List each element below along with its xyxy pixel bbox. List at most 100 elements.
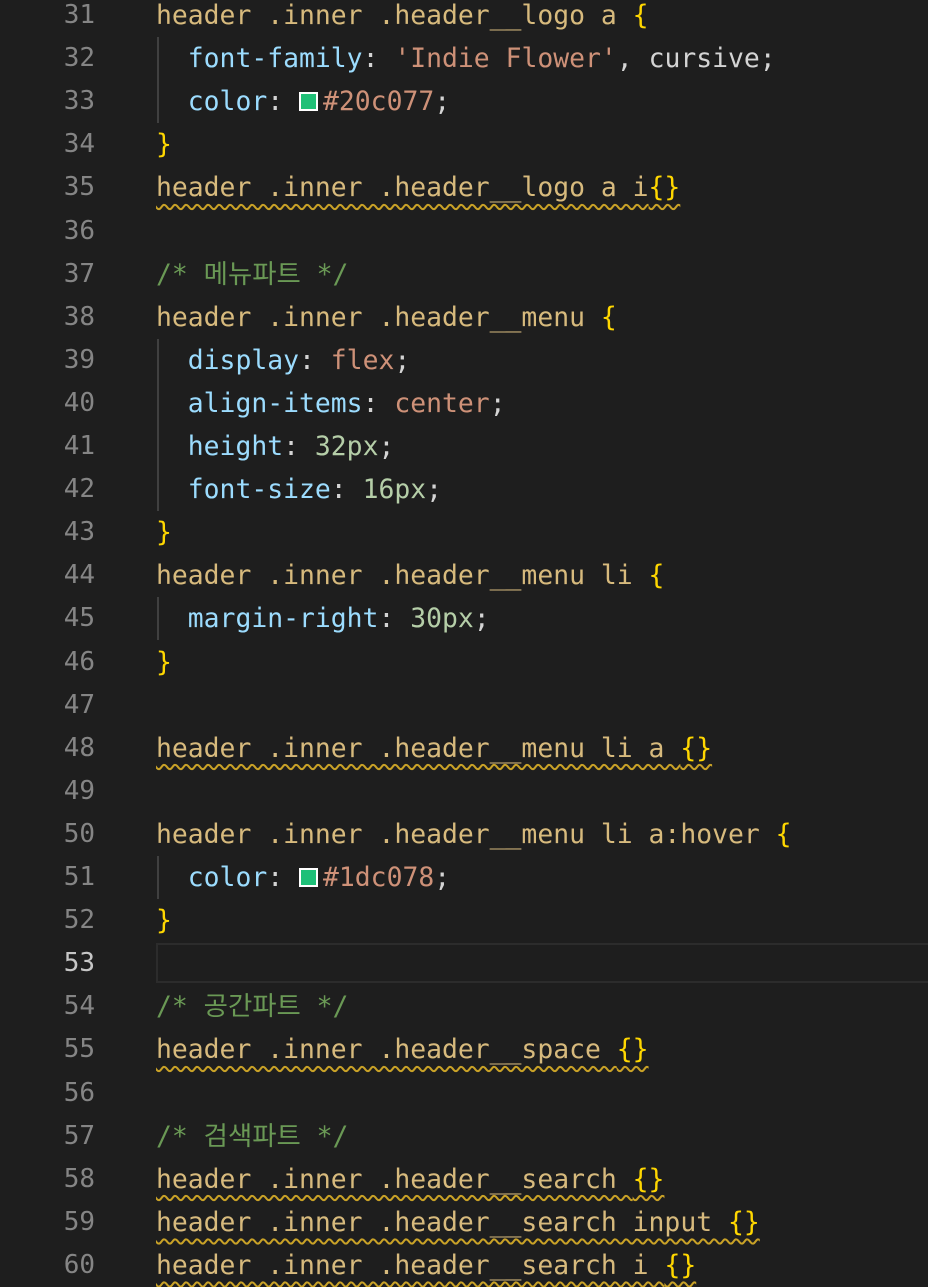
code-token: header .inner .header__menu li a bbox=[156, 732, 681, 764]
code-line[interactable]: 56 bbox=[0, 1072, 928, 1115]
code-token: ; bbox=[434, 86, 451, 118]
code-token: header .inner .header__search bbox=[156, 1163, 633, 1195]
code-line[interactable]: 52} bbox=[0, 899, 928, 942]
code-token: : bbox=[299, 344, 331, 376]
code-line[interactable]: 57 /* 검색파트 */ bbox=[0, 1115, 928, 1158]
line-number: 33 bbox=[63, 86, 95, 117]
code-line[interactable]: 38 header .inner .header__menu { bbox=[0, 296, 928, 339]
code-line[interactable]: 36 bbox=[0, 210, 928, 253]
code-token: : bbox=[362, 387, 395, 419]
code-line[interactable]: 32 font-family: 'Indie Flower', cursive; bbox=[0, 37, 928, 81]
code-token: : bbox=[267, 862, 300, 893]
code-line[interactable]: 39 display: flex; bbox=[0, 338, 928, 382]
code-token: : bbox=[267, 86, 300, 118]
code-text: align-items: center; bbox=[156, 382, 506, 425]
code-token: /* 공간파트 */ bbox=[156, 991, 349, 1023]
code-line[interactable]: 41 height: 32px; bbox=[0, 425, 928, 468]
code-line[interactable]: 50 header .inner .header__menu li a:hover… bbox=[0, 813, 928, 856]
code-line[interactable]: 58 header .inner .header__search {} bbox=[0, 1158, 928, 1201]
code-token: } bbox=[156, 646, 172, 678]
code-text: color: #1dc078; bbox=[156, 856, 450, 899]
code-token: : bbox=[283, 431, 315, 462]
code-line[interactable]: 51 color: #1dc078; bbox=[0, 856, 928, 899]
code-text: /* 메뉴파트 */ bbox=[156, 253, 348, 296]
code-line[interactable]: 60 header .inner .header__search i {} bbox=[0, 1244, 928, 1287]
code-token: } bbox=[156, 905, 172, 937]
code-line[interactable]: 59 header .inner .header__search input {} bbox=[0, 1201, 928, 1244]
code-token: header .inner .header__space bbox=[156, 1034, 617, 1066]
color-swatch-icon[interactable] bbox=[299, 868, 319, 887]
code-text: font-size: 16px; bbox=[156, 468, 442, 511]
code-line[interactable]: 53 bbox=[0, 942, 928, 985]
code-token: { bbox=[600, 301, 617, 333]
code-text-with-warning: header .inner .header__search {} bbox=[156, 1158, 664, 1201]
code-token: header .inner .header__search input bbox=[156, 1206, 728, 1238]
line-number: 49 bbox=[63, 775, 95, 806]
code-token: header .inner .header__logo a i bbox=[156, 172, 649, 204]
code-line[interactable]: 55 header .inner .header__space {} bbox=[0, 1028, 928, 1071]
code-line[interactable]: 44 header .inner .header__menu li { bbox=[0, 554, 928, 597]
code-line[interactable]: 40 align-items: center; bbox=[0, 381, 928, 425]
code-text: font-family: 'Indie Flower', cursive; bbox=[156, 37, 776, 80]
code-token: header .inner .header__logo a bbox=[156, 0, 633, 31]
code-token: { bbox=[775, 818, 792, 850]
code-line[interactable]: 34} bbox=[0, 123, 928, 166]
code-token: {} bbox=[664, 1249, 697, 1281]
line-number: 51 bbox=[63, 862, 95, 892]
code-text-with-warning: header .inner .header__logo a i{} bbox=[156, 166, 680, 209]
code-line[interactable]: 43} bbox=[0, 511, 928, 554]
code-token: #20c077 bbox=[323, 86, 435, 118]
code-line[interactable]: 54 /* 공간파트 */ bbox=[0, 985, 928, 1028]
code-token: {} bbox=[616, 1034, 649, 1066]
current-line-highlight bbox=[156, 943, 928, 984]
code-text-with-warning: header .inner .header__menu li a {} bbox=[156, 727, 712, 770]
code-token: {} bbox=[648, 172, 681, 204]
code-token: color bbox=[187, 86, 268, 118]
code-token: flex bbox=[330, 344, 395, 376]
code-token: center bbox=[394, 387, 490, 419]
code-text: header .inner .header__menu li a:hover { bbox=[156, 813, 792, 856]
code-token: 'Indie Flower' bbox=[394, 43, 617, 75]
line-number: 53 bbox=[63, 948, 95, 979]
code-text-with-warning: header .inner .header__search input {} bbox=[156, 1201, 760, 1244]
code-token: , cursive; bbox=[616, 43, 776, 75]
line-number: 37 bbox=[63, 258, 95, 289]
color-swatch-icon[interactable] bbox=[299, 92, 319, 112]
code-line[interactable]: 31 header .inner .header__logo a { bbox=[0, 0, 928, 37]
code-line[interactable]: 37 /* 메뉴파트 */ bbox=[0, 253, 928, 296]
code-token: ; bbox=[473, 603, 490, 635]
line-number: 47 bbox=[63, 689, 95, 720]
code-text: } bbox=[156, 641, 172, 684]
line-number: 42 bbox=[63, 474, 95, 505]
code-line[interactable]: 35 header .inner .header__logo a i{} bbox=[0, 166, 928, 209]
code-text: } bbox=[156, 511, 172, 554]
code-text: height: 32px; bbox=[156, 425, 395, 468]
code-line[interactable]: 48 header .inner .header__menu li a {} bbox=[0, 727, 928, 770]
code-line[interactable]: 45 margin-right: 30px; bbox=[0, 597, 928, 641]
code-token: /* 검색파트 */ bbox=[156, 1120, 349, 1152]
code-token: {} bbox=[728, 1206, 760, 1238]
code-line[interactable]: 46} bbox=[0, 641, 928, 684]
code-line[interactable]: 49 bbox=[0, 770, 928, 813]
code-token: /* 메뉴파트 */ bbox=[156, 258, 349, 290]
code-token: ; bbox=[434, 862, 451, 893]
line-number: 52 bbox=[63, 905, 95, 936]
code-line[interactable]: 33 color: #20c077; bbox=[0, 80, 928, 124]
code-text: /* 검색파트 */ bbox=[156, 1115, 348, 1158]
line-number: 38 bbox=[63, 301, 95, 332]
line-number: 39 bbox=[63, 344, 95, 375]
code-text: header .inner .header__logo a { bbox=[156, 0, 649, 37]
code-token: ; bbox=[378, 431, 395, 462]
line-number: 40 bbox=[63, 387, 95, 418]
line-number: 45 bbox=[63, 603, 95, 634]
code-line[interactable]: 42 font-size: 16px; bbox=[0, 468, 928, 512]
line-number: 44 bbox=[63, 560, 95, 591]
code-line[interactable]: 47 bbox=[0, 684, 928, 727]
code-editor[interactable]: 31 header .inner .header__logo a {32 font… bbox=[0, 0, 928, 1281]
